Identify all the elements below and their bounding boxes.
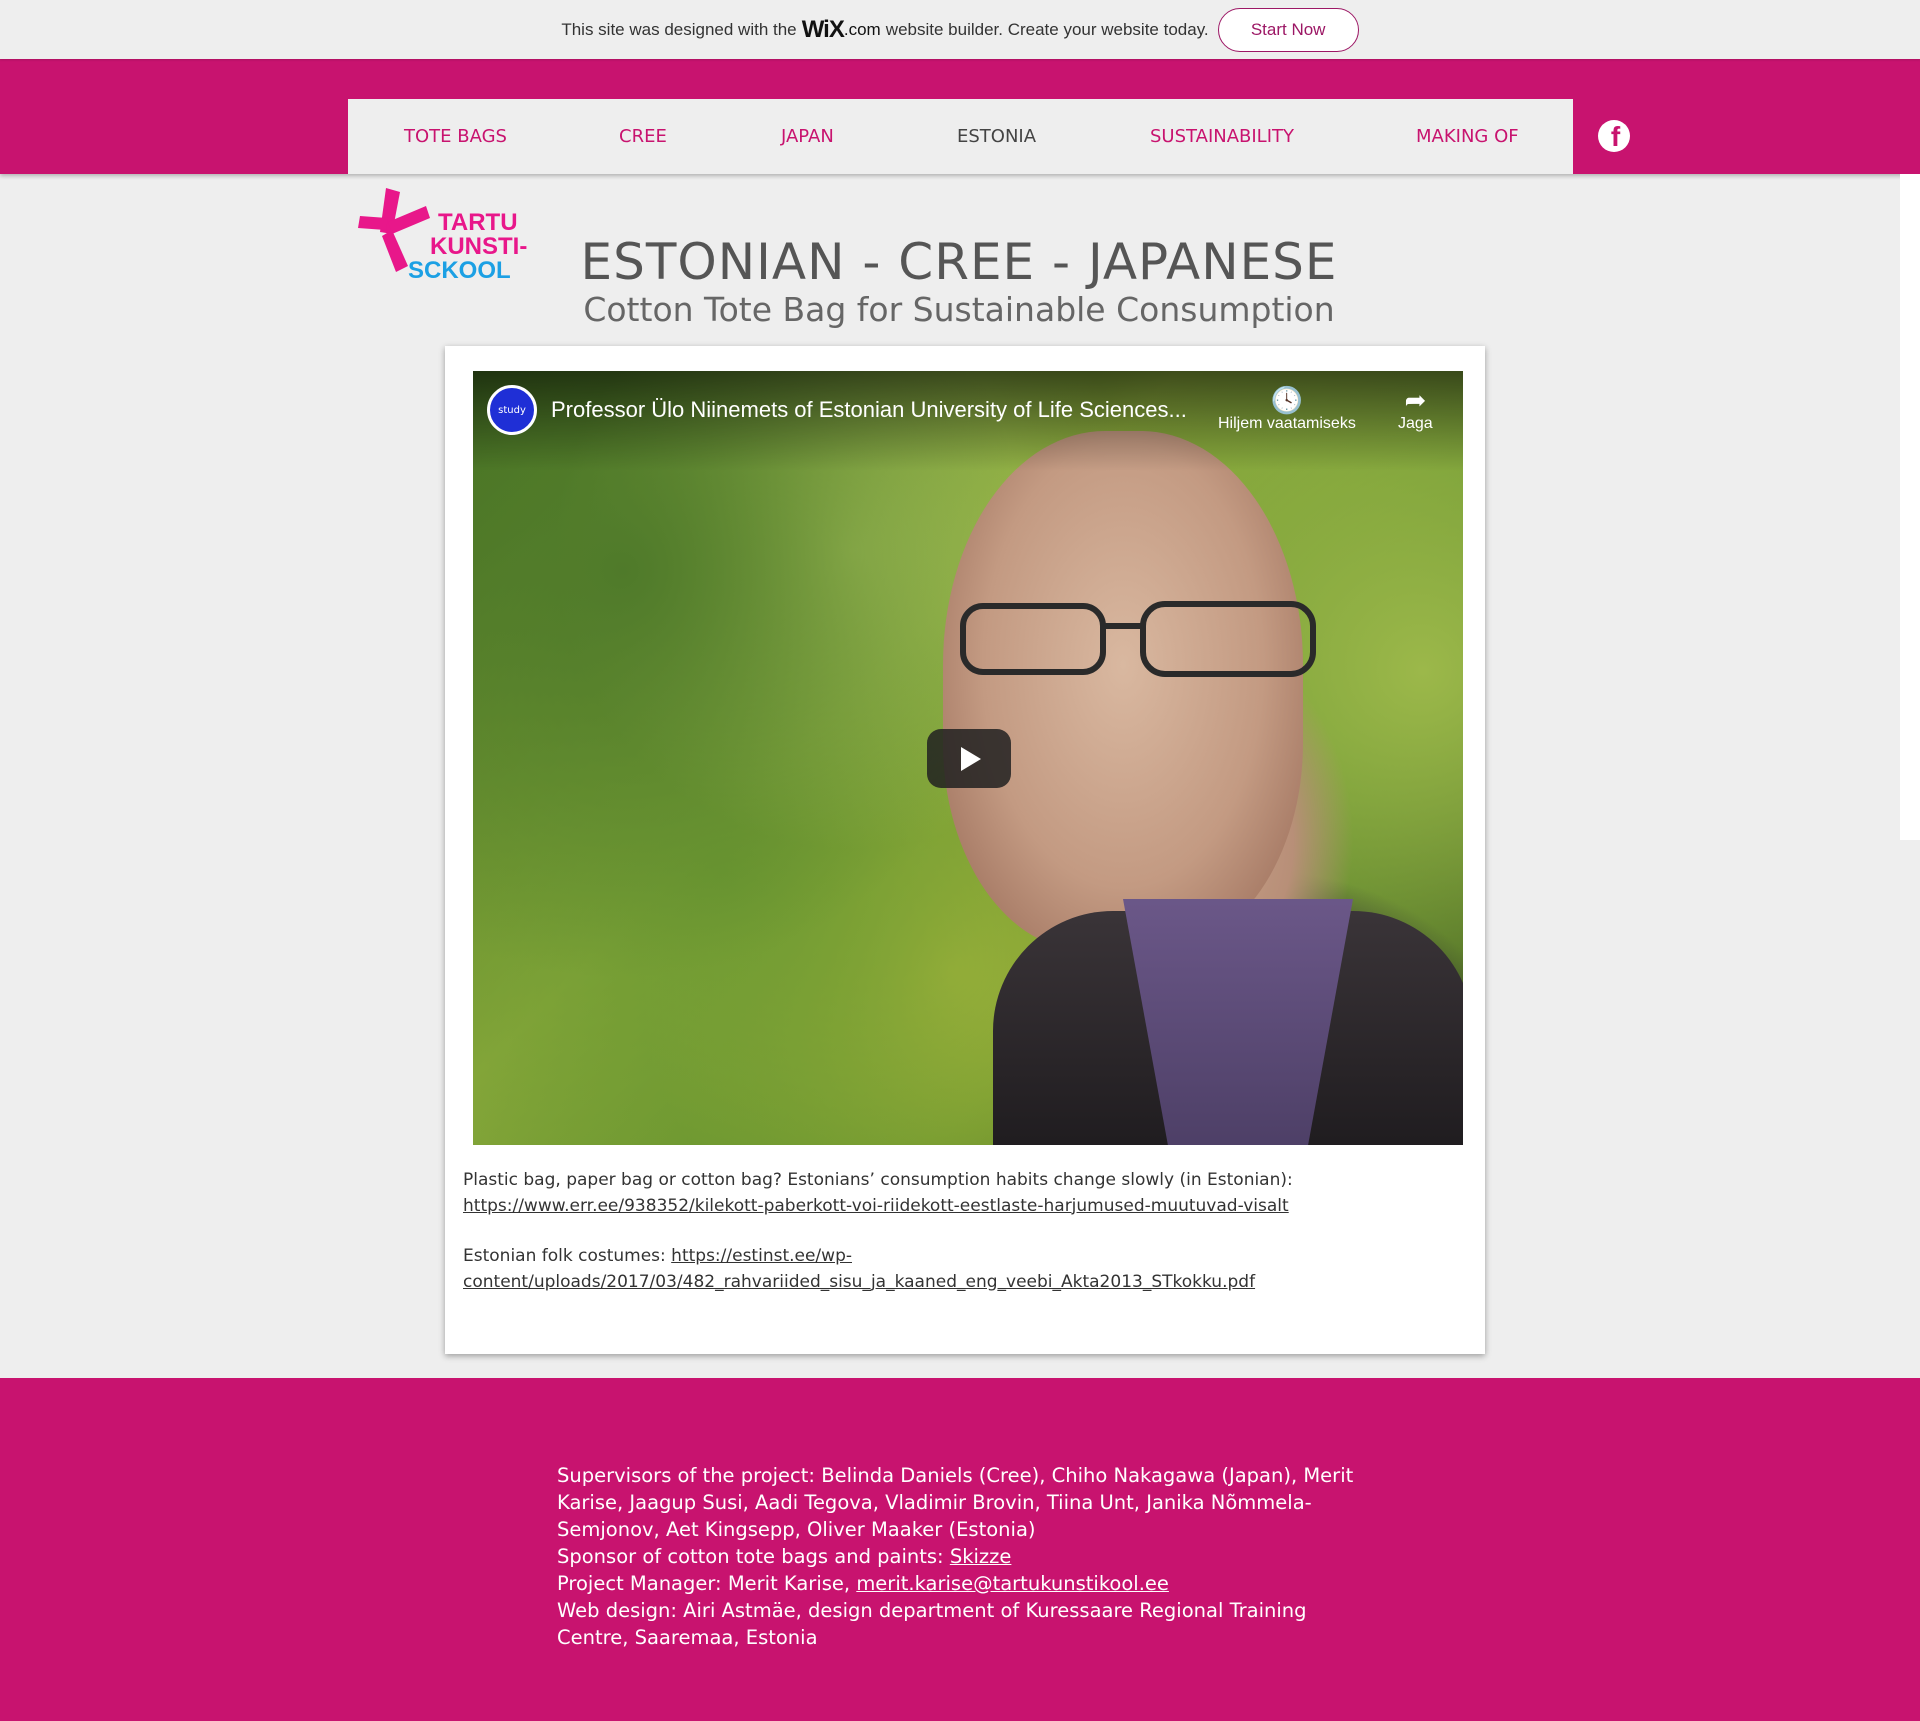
main-nav: TOTE BAGS CREE JAPAN ESTONIA SUSTAINABIL… bbox=[348, 99, 1573, 174]
play-icon bbox=[961, 746, 981, 771]
paragraph-2: Estonian folk costumes: https://estinst.… bbox=[463, 1244, 1473, 1295]
share-arrow-icon: ➦ bbox=[1404, 385, 1427, 415]
wix-logo: WiX bbox=[801, 15, 845, 43]
banner-text-before: This site was designed with the bbox=[561, 19, 797, 39]
footer-supervisors: Supervisors of the project: Belinda Dani… bbox=[557, 1464, 1354, 1541]
err-article-link[interactable]: https://www.err.ee/938352/kilekott-paber… bbox=[463, 1196, 1289, 1216]
video-title[interactable]: Professor Ülo Niinemets of Estonian Univ… bbox=[551, 397, 1187, 423]
facebook-icon[interactable]: f bbox=[1598, 120, 1630, 152]
nav-item-cree[interactable]: CREE bbox=[619, 99, 667, 174]
page-subtitle: Cotton Tote Bag for Sustainable Consumpt… bbox=[583, 290, 1335, 329]
video-person-head bbox=[943, 431, 1303, 951]
nav-item-tote-bags[interactable]: TOTE BAGS bbox=[404, 99, 507, 174]
page-title: ESTONIAN - CREE - JAPANESE bbox=[580, 233, 1338, 291]
card-text: Plastic bag, paper bag or cotton bag? Es… bbox=[463, 1168, 1473, 1295]
share-label: Jaga bbox=[1398, 415, 1433, 432]
logo-line-1: TARTU bbox=[438, 209, 518, 236]
banner-text-after: website builder. Create your website tod… bbox=[885, 19, 1209, 39]
footer-sponsor: Sponsor of cotton tote bags and paints: … bbox=[557, 1543, 1357, 1570]
watch-later-button[interactable]: 🕓 Hiljem vaatamiseks bbox=[1218, 385, 1356, 433]
video-player[interactable]: study Professor Ülo Niinemets of Estonia… bbox=[473, 371, 1463, 1145]
folk-costumes-link-part-1[interactable]: https://estinst.ee/wp- bbox=[671, 1246, 852, 1266]
paragraph-2-text: Estonian folk costumes: bbox=[463, 1246, 666, 1266]
paragraph-1: Plastic bag, paper bag or cotton bag? Es… bbox=[463, 1168, 1473, 1219]
nav-item-estonia[interactable]: ESTONIA bbox=[957, 99, 1036, 174]
wix-logo-suffix: .com bbox=[843, 19, 881, 39]
content-card: study Professor Ülo Niinemets of Estonia… bbox=[445, 346, 1485, 1354]
footer-text: Supervisors of the project: Belinda Dani… bbox=[557, 1462, 1357, 1651]
play-button[interactable] bbox=[927, 729, 1011, 788]
nav-item-japan[interactable]: JAPAN bbox=[781, 99, 834, 174]
footer-sponsor-label: Sponsor of cotton tote bags and paints: bbox=[557, 1545, 944, 1568]
paragraph-1-text: Plastic bag, paper bag or cotton bag? Es… bbox=[463, 1170, 1293, 1190]
footer-webdesign: Web design: Airi Astmäe, design departme… bbox=[557, 1599, 1307, 1649]
wix-promo-banner: This site was designed with the WiX .com … bbox=[0, 0, 1920, 59]
clock-icon: 🕓 bbox=[1270, 385, 1304, 415]
nav-item-making-of[interactable]: MAKING OF bbox=[1416, 99, 1519, 174]
share-button[interactable]: ➦ Jaga bbox=[1398, 385, 1433, 433]
footer-project-manager: Project Manager: Merit Karise, merit.kar… bbox=[557, 1570, 1357, 1597]
channel-logo-icon[interactable]: study bbox=[487, 385, 537, 435]
skizze-link[interactable]: Skizze bbox=[950, 1545, 1012, 1568]
pm-email-link[interactable]: merit.karise@tartukunstikool.ee bbox=[856, 1572, 1169, 1595]
nav-item-sustainability[interactable]: SUSTAINABILITY bbox=[1150, 99, 1294, 174]
video-glasses bbox=[960, 601, 1316, 677]
footer-pm-label: Project Manager: Merit Karise, bbox=[557, 1572, 851, 1595]
right-edge-strip bbox=[1900, 174, 1920, 840]
watch-later-label: Hiljem vaatamiseks bbox=[1218, 415, 1356, 432]
folk-costumes-link-part-2[interactable]: content/uploads/2017/03/482_rahvariided_… bbox=[463, 1272, 1255, 1292]
start-now-button[interactable]: Start Now bbox=[1217, 7, 1359, 52]
logo-line-3: SCKOOL bbox=[408, 257, 511, 284]
